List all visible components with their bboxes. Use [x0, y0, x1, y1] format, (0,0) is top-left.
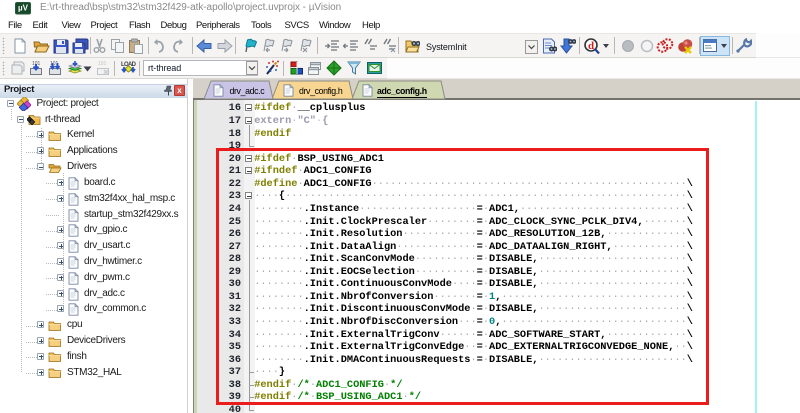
svg-text:101: 101: [98, 61, 107, 67]
svg-text:d: d: [588, 40, 594, 52]
svg-text:µV: µV: [18, 4, 29, 13]
